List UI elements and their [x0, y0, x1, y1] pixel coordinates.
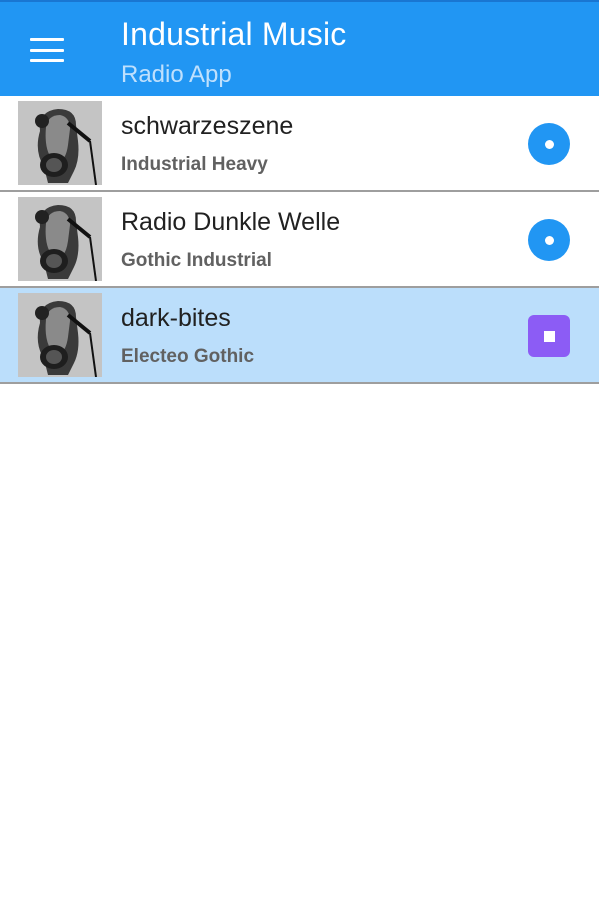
play-circle-icon[interactable]	[528, 123, 570, 165]
station-name: schwarzeszene	[121, 112, 294, 140]
station-row-radio-dunkle-welle[interactable]: Radio Dunkle Welle Gothic Industrial	[0, 192, 599, 288]
app-subtitle: Radio App	[121, 61, 232, 88]
station-name: dark-bites	[121, 304, 231, 332]
station-list: schwarzeszene Industrial Heavy Radio Dun…	[0, 96, 599, 384]
station-name: Radio Dunkle Welle	[121, 208, 341, 236]
hamburger-menu-icon[interactable]	[30, 38, 64, 62]
app-title: Industrial Music	[121, 16, 347, 52]
station-genre: Electeo Gothic	[121, 346, 255, 367]
station-genre: Gothic Industrial	[121, 250, 272, 271]
station-thumbnail	[18, 101, 102, 185]
app-bar: Industrial Music Radio App	[0, 0, 599, 96]
play-circle-icon[interactable]	[528, 219, 570, 261]
station-row-schwarzeszene[interactable]: schwarzeszene Industrial Heavy	[0, 96, 599, 192]
stop-icon[interactable]	[528, 315, 570, 357]
station-genre: Industrial Heavy	[121, 154, 268, 175]
station-row-dark-bites[interactable]: dark-bites Electeo Gothic	[0, 288, 599, 384]
station-thumbnail	[18, 197, 102, 281]
station-thumbnail	[18, 293, 102, 377]
